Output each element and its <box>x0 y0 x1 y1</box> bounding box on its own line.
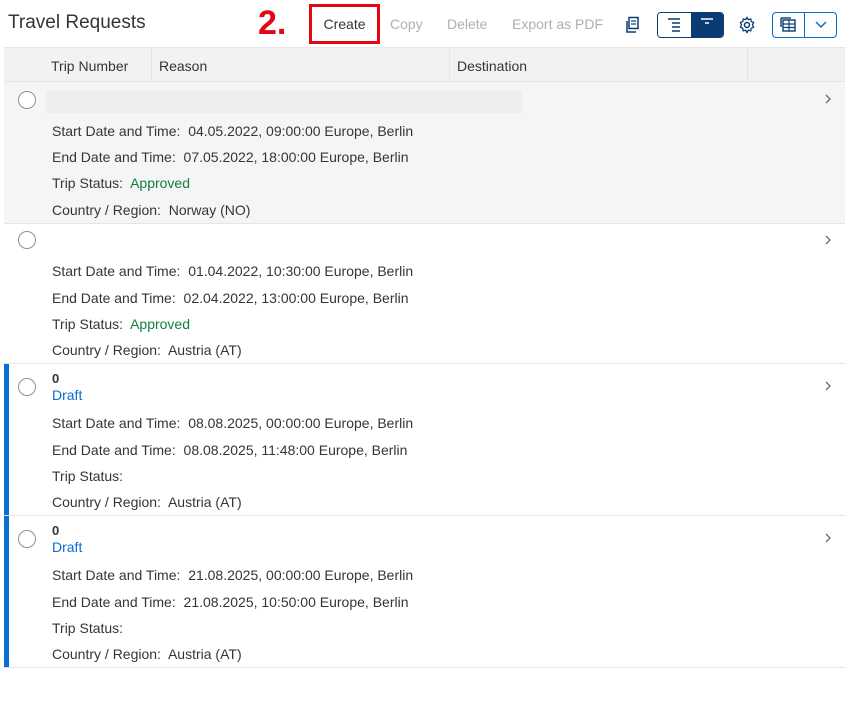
end-date-value: 08.08.2025, 11:48:00 Europe, Berlin <box>183 442 408 458</box>
country-line: Country / Region: Norway (NO) <box>52 202 250 218</box>
end-date-label: End Date and Time: <box>52 594 176 610</box>
trip-status-line: Trip Status: <box>52 620 127 636</box>
end-date-line: End Date and Time: 21.08.2025, 10:50:00 … <box>52 594 408 610</box>
start-date-line: Start Date and Time: 21.08.2025, 00:00:0… <box>52 567 413 583</box>
collapsed-view-icon[interactable] <box>690 13 723 37</box>
trip-number: 0 <box>52 523 60 538</box>
start-date-value: 04.05.2022, 09:00:00 Europe, Berlin <box>188 123 414 139</box>
chevron-down-icon[interactable] <box>805 13 836 37</box>
column-reason[interactable]: Reason <box>159 58 207 74</box>
trip-status-line: Trip Status: <box>52 468 127 484</box>
copy-icon[interactable] <box>622 14 644 36</box>
country-value: Austria (AT) <box>167 342 242 358</box>
end-date-line: End Date and Time: 08.08.2025, 11:48:00 … <box>52 442 407 458</box>
country-line: Country / Region: Austria (AT) <box>52 646 242 662</box>
export-split-button[interactable] <box>772 12 837 38</box>
settings-gear-icon[interactable] <box>736 14 758 36</box>
trip-status-label: Trip Status: <box>52 620 124 636</box>
end-date-label: End Date and Time: <box>52 149 176 165</box>
start-date-label: Start Date and Time: <box>52 567 181 583</box>
start-date-label: Start Date and Time: <box>52 263 181 279</box>
page-title: Travel Requests <box>8 12 146 33</box>
end-date-line: End Date and Time: 07.05.2022, 18:00:00 … <box>52 149 408 165</box>
trip-status-line: Trip Status: Approved <box>52 316 190 332</box>
trip-status-label: Trip Status: <box>52 175 124 191</box>
country-line: Country / Region: Austria (AT) <box>52 342 242 358</box>
start-date-value: 08.08.2025, 00:00:00 Europe, Berlin <box>188 415 414 431</box>
row-select-radio[interactable] <box>18 231 36 249</box>
country-value: Norway (NO) <box>168 202 251 218</box>
step-marker: 2. <box>258 4 287 42</box>
draft-indicator <box>4 516 9 667</box>
trip-status-label: Trip Status: <box>52 468 124 484</box>
country-label: Country / Region: <box>52 494 161 510</box>
table-row[interactable]: 0 Draft Start Date and Time: 21.08.2025,… <box>4 516 845 668</box>
country-value: Austria (AT) <box>167 494 242 510</box>
trip-status-value: Approved <box>130 316 191 332</box>
start-date-value: 01.04.2022, 10:30:00 Europe, Berlin <box>188 263 414 279</box>
start-date-label: Start Date and Time: <box>52 415 181 431</box>
chevron-right-icon[interactable] <box>823 94 833 104</box>
start-date-line: Start Date and Time: 04.05.2022, 09:00:0… <box>52 123 413 139</box>
country-label: Country / Region: <box>52 646 161 662</box>
country-line: Country / Region: Austria (AT) <box>52 494 242 510</box>
end-date-label: End Date and Time: <box>52 442 176 458</box>
end-date-value: 21.08.2025, 10:50:00 Europe, Berlin <box>183 594 409 610</box>
chevron-right-icon[interactable] <box>823 533 833 543</box>
table-row[interactable]: Start Date and Time: 01.04.2022, 10:30:0… <box>4 224 845 364</box>
column-divider <box>449 48 450 82</box>
start-date-line: Start Date and Time: 08.08.2025, 00:00:0… <box>52 415 413 431</box>
expanded-view-icon[interactable] <box>658 13 691 37</box>
column-divider <box>151 48 152 82</box>
row-select-radio[interactable] <box>18 378 36 396</box>
export-pdf-button[interactable]: Export as PDF <box>512 16 603 32</box>
end-date-value: 07.05.2022, 18:00:00 Europe, Berlin <box>183 149 409 165</box>
chevron-right-icon[interactable] <box>823 381 833 391</box>
trip-status-label: Trip Status: <box>52 316 124 332</box>
delete-button[interactable]: Delete <box>447 16 487 32</box>
country-value: Austria (AT) <box>167 646 242 662</box>
chevron-right-icon[interactable] <box>823 235 833 245</box>
end-date-label: End Date and Time: <box>52 290 176 306</box>
row-select-radio[interactable] <box>18 91 36 109</box>
row-placeholder <box>46 91 522 113</box>
draft-tag: Draft <box>52 387 83 403</box>
view-toggle[interactable] <box>657 12 724 38</box>
draft-indicator <box>4 364 9 515</box>
column-divider <box>747 48 748 82</box>
column-trip-number[interactable]: Trip Number <box>51 58 128 74</box>
table-header: Trip Number Reason Destination <box>4 47 845 82</box>
trip-number: 0 <box>52 371 60 386</box>
column-destination[interactable]: Destination <box>457 58 527 74</box>
trip-status-value: Approved <box>130 175 191 191</box>
country-label: Country / Region: <box>52 342 161 358</box>
copy-button[interactable]: Copy <box>390 16 423 32</box>
start-date-value: 21.08.2025, 00:00:00 Europe, Berlin <box>188 567 414 583</box>
start-date-line: Start Date and Time: 01.04.2022, 10:30:0… <box>52 263 413 279</box>
table-row[interactable]: Start Date and Time: 04.05.2022, 09:00:0… <box>4 82 845 224</box>
table-row[interactable]: 0 Draft Start Date and Time: 08.08.2025,… <box>4 364 845 516</box>
create-button[interactable]: Create <box>309 4 380 44</box>
draft-tag: Draft <box>52 539 83 555</box>
start-date-label: Start Date and Time: <box>52 123 181 139</box>
end-date-value: 02.04.2022, 13:00:00 Europe, Berlin <box>183 290 409 306</box>
country-label: Country / Region: <box>52 202 161 218</box>
end-date-line: End Date and Time: 02.04.2022, 13:00:00 … <box>52 290 408 306</box>
trip-status-line: Trip Status: Approved <box>52 175 190 191</box>
row-select-radio[interactable] <box>18 530 36 548</box>
spreadsheet-export-icon[interactable] <box>773 13 805 37</box>
